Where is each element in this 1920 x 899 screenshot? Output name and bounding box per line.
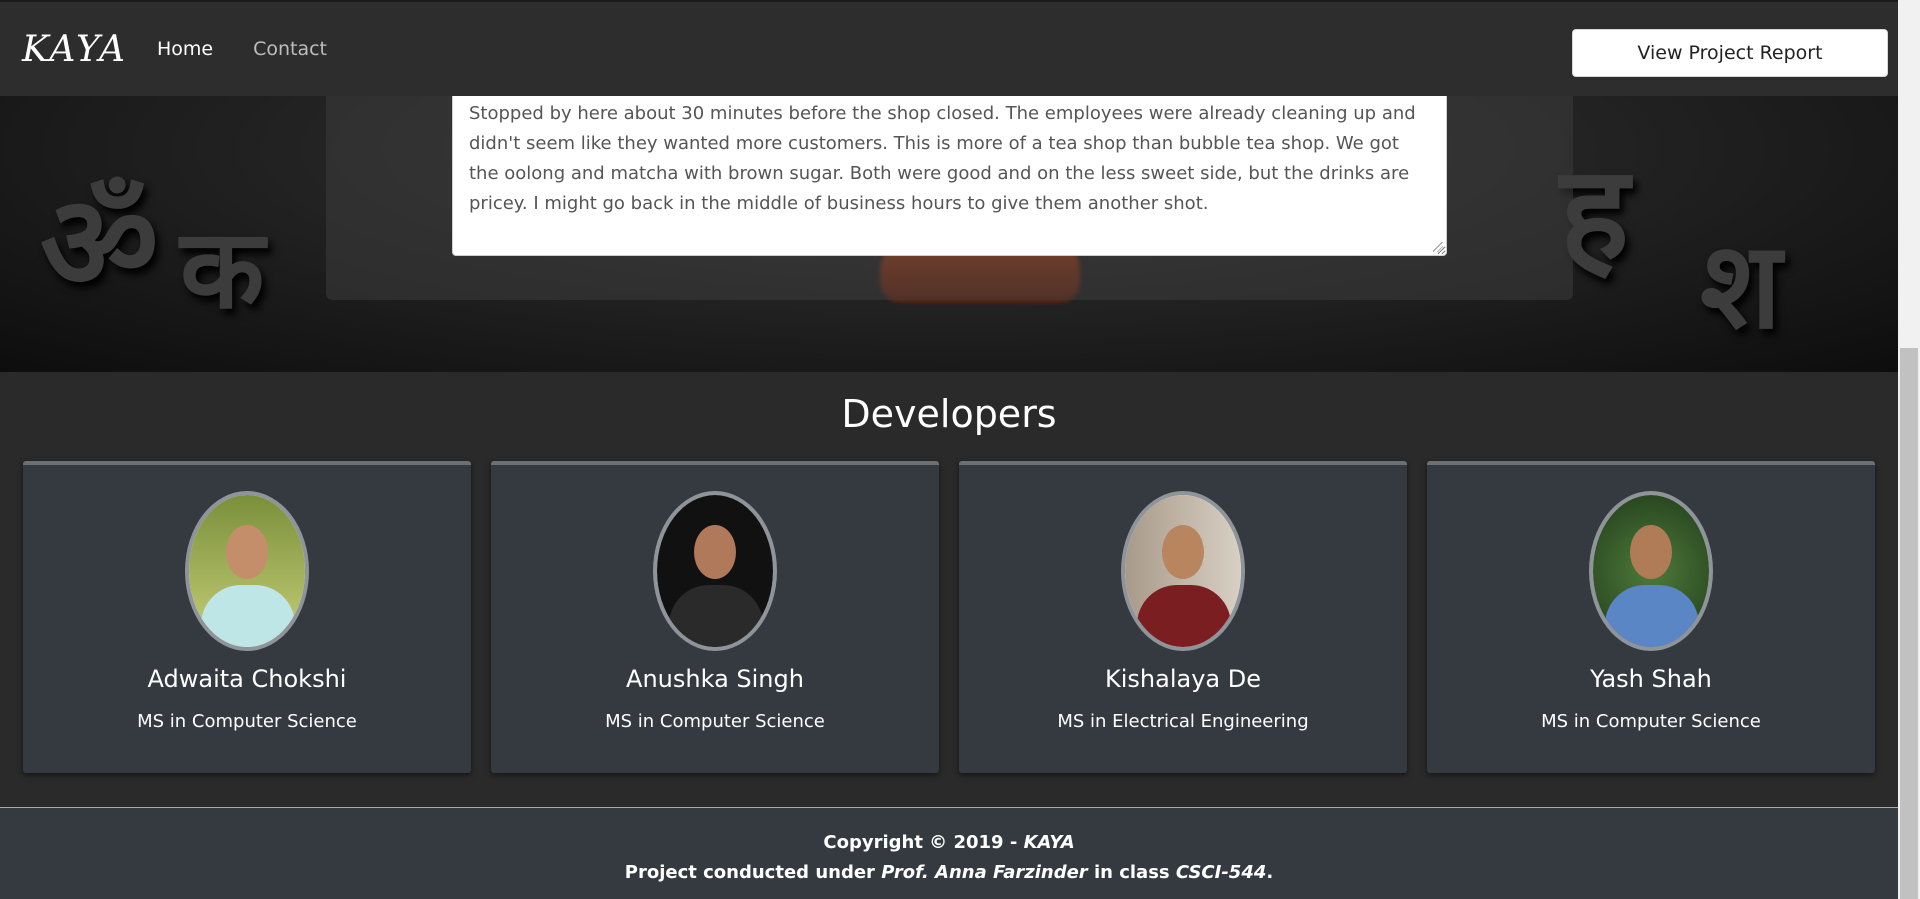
developer-card: Kishalaya De MS in Electrical Engineerin… [959, 461, 1407, 773]
avatar [1589, 491, 1713, 651]
project-prefix: Project conducted under [624, 862, 882, 883]
copyright-brand: KAYA [1023, 832, 1075, 853]
developer-card: Adwaita Chokshi MS in Computer Science [23, 461, 471, 773]
avatar [653, 491, 777, 651]
decorative-glyph: श [1700, 215, 1782, 356]
review-textarea[interactable]: Stopped by here about 30 minutes before … [452, 92, 1447, 256]
review-text: Stopped by here about 30 minutes before … [469, 103, 1416, 214]
brand-logo[interactable]: KAYA [22, 29, 127, 70]
scrollbar-thumb[interactable] [1900, 348, 1918, 899]
developer-degree: MS in Computer Science [1541, 711, 1761, 732]
avatar [1121, 491, 1245, 651]
developer-name: Anushka Singh [626, 665, 804, 693]
decorative-glyph: क [180, 204, 265, 333]
developer-card: Anushka Singh MS in Computer Science [491, 461, 939, 773]
class-prefix: in class [1087, 862, 1176, 883]
developer-name: Adwaita Chokshi [147, 665, 347, 693]
footer: Copyright © 2019 - KAYA Project conducte… [0, 807, 1898, 899]
copyright-line: Copyright © 2019 - KAYA [0, 832, 1898, 853]
developer-degree: MS in Computer Science [605, 711, 825, 732]
copyright-prefix: Copyright © 2019 - [823, 832, 1024, 853]
vertical-scrollbar[interactable] [1898, 0, 1920, 899]
decorative-glyph: ॐ [40, 166, 159, 319]
section-title: Developers [841, 392, 1057, 436]
project-credit-line: Project conducted under Prof. Anna Farzi… [0, 862, 1898, 883]
developer-card: Yash Shah MS in Computer Science [1427, 461, 1875, 773]
class-code: CSCI-544 [1175, 862, 1267, 883]
professor-name: Prof. Anna Farzinder [881, 862, 1088, 883]
developer-name: Kishalaya De [1105, 665, 1261, 693]
page: ॐ क ह श Stopped by here about 30 minutes… [0, 0, 1920, 899]
developers-section: Developers Adwaita Chokshi MS in Compute… [0, 372, 1898, 808]
nav-link-contact[interactable]: Contact [253, 38, 327, 60]
nav-link-home[interactable]: Home [157, 38, 213, 60]
resize-grip-icon[interactable] [1433, 242, 1443, 252]
developer-degree: MS in Electrical Engineering [1057, 711, 1309, 732]
avatar [185, 491, 309, 651]
developer-name: Yash Shah [1590, 665, 1712, 693]
period: . [1266, 862, 1274, 883]
view-project-report-button[interactable]: View Project Report [1572, 29, 1888, 77]
navbar: KAYA Home Contact View Project Report [0, 0, 1898, 96]
developer-degree: MS in Computer Science [137, 711, 357, 732]
